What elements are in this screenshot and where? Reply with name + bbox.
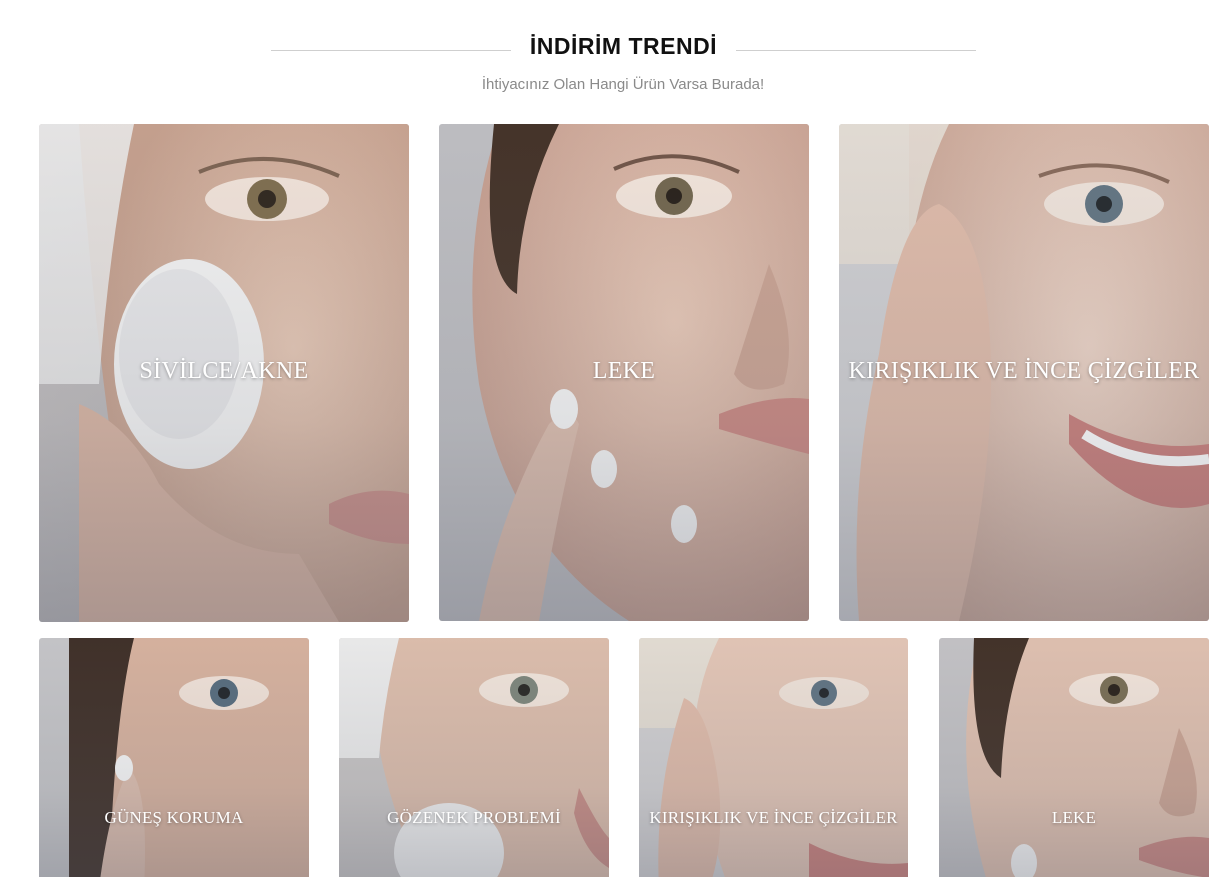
category-card-spot[interactable]: LEKE bbox=[439, 124, 809, 621]
header-divider-left bbox=[271, 50, 511, 51]
section-header: İNDİRİM TRENDİ bbox=[0, 30, 1226, 70]
category-label: LEKE bbox=[1051, 808, 1097, 827]
category-label: LEKE bbox=[592, 358, 656, 384]
image-overlay bbox=[39, 638, 309, 877]
category-card-wrinkles-2[interactable]: KIRIŞIKLIK VE İNCE ÇİZGİLER bbox=[639, 638, 908, 877]
category-label: KIRIŞIKLIK VE İNCE ÇİZGİLER bbox=[848, 358, 1200, 384]
discount-trend-section: İNDİRİM TRENDİ İhtiyacınız Olan Hangi Ür… bbox=[0, 0, 1226, 877]
category-label: SİVİLCE/AKNE bbox=[139, 358, 309, 384]
category-card-wrinkles[interactable]: KIRIŞIKLIK VE İNCE ÇİZGİLER bbox=[839, 124, 1209, 621]
category-card-spot-2[interactable]: LEKE bbox=[939, 638, 1209, 877]
section-subtitle: İhtiyacınız Olan Hangi Ürün Varsa Burada… bbox=[481, 76, 765, 93]
category-card-pore-problem[interactable]: GÖZENEK PROBLEMİ bbox=[339, 638, 609, 877]
category-label: GÜNEŞ KORUMA bbox=[104, 808, 244, 827]
image-overlay bbox=[339, 638, 609, 877]
category-card-acne[interactable]: SİVİLCE/AKNE bbox=[39, 124, 409, 622]
category-label: KIRIŞIKLIK VE İNCE ÇİZGİLER bbox=[649, 808, 898, 827]
image-overlay bbox=[639, 638, 908, 877]
category-card-sun-protection[interactable]: GÜNEŞ KORUMA bbox=[39, 638, 309, 877]
section-title: İNDİRİM TRENDİ bbox=[529, 33, 718, 59]
header-divider-right bbox=[736, 50, 976, 51]
image-overlay bbox=[939, 638, 1209, 877]
category-label: GÖZENEK PROBLEMİ bbox=[387, 808, 561, 827]
